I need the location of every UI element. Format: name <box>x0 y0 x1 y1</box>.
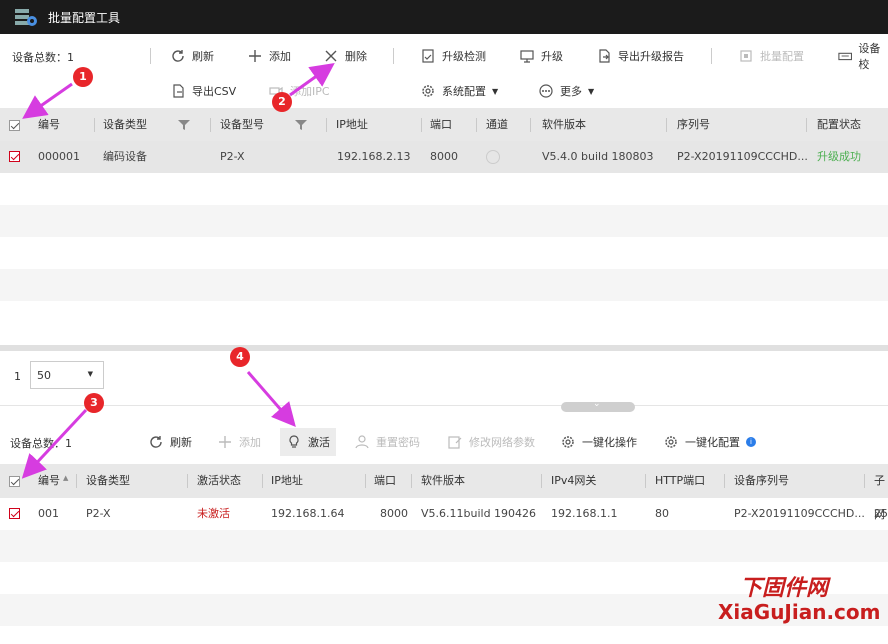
col-http-port[interactable]: HTTP端口 <box>655 464 705 498</box>
title-bar: 批量配置工具 <box>0 0 888 34</box>
col-config-status[interactable]: 配置状态 <box>817 108 861 142</box>
status-badge: 未激活 <box>197 507 230 520</box>
reset-password-button[interactable]: 重置密码 <box>354 429 420 455</box>
gear-icon <box>562 436 574 448</box>
col-device-type[interactable]: 设备类型 <box>103 108 147 142</box>
more-dropdown[interactable]: 更多 ▼ <box>538 78 594 104</box>
user-icon <box>355 435 369 449</box>
col-version[interactable]: 软件版本 <box>542 108 586 142</box>
channel-icon[interactable] <box>486 150 500 164</box>
status-badge: 升级成功 <box>817 150 861 163</box>
refresh-icon <box>172 50 184 62</box>
row-checkbox[interactable] <box>9 508 20 519</box>
modify-network-button[interactable]: 修改网络参数 <box>447 429 535 455</box>
watermark-line1: 下固件网 <box>740 576 829 601</box>
delete-button[interactable]: 删除 <box>323 43 367 69</box>
caret-down-icon: ▼ <box>87 370 93 378</box>
caret-down-icon: ▼ <box>492 86 499 96</box>
one-key-operation-button[interactable]: 一键化操作 <box>560 429 637 455</box>
col-gateway[interactable]: IPv4网关 <box>551 464 596 498</box>
app-title: 批量配置工具 <box>48 10 121 25</box>
device-count-label: 设备总数：1 <box>12 51 74 64</box>
add-button[interactable]: 添加 <box>247 43 291 69</box>
col-ip[interactable]: IP地址 <box>271 464 303 498</box>
annotation-marker: 2 <box>272 92 292 112</box>
col-port[interactable]: 端口 <box>430 108 452 142</box>
device-count-label: 设备总数：1 <box>10 437 72 450</box>
row-checkbox[interactable] <box>9 151 20 162</box>
top-table-header: 编号 设备类型 设备型号 IP地址 端口 通道 软件版本 序列号 配置状态 <box>0 108 888 142</box>
close-icon <box>325 50 337 62</box>
col-id[interactable]: 编号 <box>38 108 60 142</box>
col-device-model[interactable]: 设备型号 <box>220 108 264 142</box>
export-upgrade-report-button[interactable]: 导出升级报告 <box>596 43 684 69</box>
gear-icon <box>665 436 677 448</box>
chevron-down-icon: ⌄ <box>593 399 601 409</box>
device-settings-button[interactable]: 设备校 <box>838 42 888 71</box>
info-icon[interactable]: i <box>746 437 756 447</box>
filter-icon[interactable] <box>177 118 191 132</box>
upgrade-check-button[interactable]: 升级检测 <box>420 43 486 69</box>
batch-config-button[interactable]: 批量配置 <box>738 43 804 69</box>
table-row[interactable]: 000001 编码设备 P2-X 192.168.2.13 8000 V5.4.… <box>0 141 888 173</box>
batch-icon <box>740 50 752 62</box>
doc-export-icon <box>173 84 184 98</box>
select-all-checkbox[interactable] <box>9 120 20 131</box>
col-channel[interactable]: 通道 <box>486 108 508 142</box>
bulb-icon <box>289 435 299 448</box>
keyboard-icon <box>838 52 853 61</box>
monitor-icon <box>520 50 534 63</box>
annotation-marker: 1 <box>73 67 93 87</box>
one-key-config-button[interactable]: 一键化配置 i <box>663 429 756 455</box>
select-all-checkbox[interactable] <box>9 476 20 487</box>
collapse-handle[interactable]: ⌄ <box>561 399 635 412</box>
plus-icon <box>219 436 231 448</box>
watermark-line2: XiaGuJian.com <box>718 600 881 624</box>
col-serial[interactable]: 设备序列号 <box>734 464 789 498</box>
col-port[interactable]: 端口 <box>374 464 396 498</box>
col-ip[interactable]: IP地址 <box>336 108 368 142</box>
col-serial[interactable]: 序列号 <box>677 108 710 142</box>
refresh-icon <box>150 436 162 448</box>
edit-icon <box>448 436 462 449</box>
panel-divider[interactable] <box>0 345 888 351</box>
refresh-button[interactable]: 刷新 <box>148 429 192 455</box>
table-row[interactable]: 001 P2-X 未激活 192.168.1.64 8000 V5.6.11bu… <box>0 498 888 530</box>
gear-icon <box>422 85 434 97</box>
system-config-dropdown[interactable]: 系统配置 ▼ <box>420 78 498 104</box>
dots-icon <box>539 84 553 98</box>
plus-icon <box>249 50 261 62</box>
col-active-status[interactable]: 激活状态 <box>197 464 241 498</box>
doc-export-icon <box>599 49 610 63</box>
page-size-select[interactable]: 50 ▼ <box>30 361 104 389</box>
annotation-marker: 4 <box>230 347 250 367</box>
export-csv-button[interactable]: 导出CSV <box>170 78 236 104</box>
col-device-type[interactable]: 设备类型 <box>86 464 130 498</box>
doc-check-icon <box>422 49 434 63</box>
col-subnet[interactable]: 子网 <box>874 464 888 521</box>
upgrade-button[interactable]: 升级 <box>519 43 563 69</box>
activate-button[interactable]: 激活 <box>280 428 336 456</box>
page-number[interactable]: 1 <box>14 370 21 383</box>
col-version[interactable]: 软件版本 <box>421 464 465 498</box>
col-id[interactable]: 编号 <box>38 464 60 498</box>
sort-icon[interactable]: ▲ <box>63 474 68 482</box>
refresh-button[interactable]: 刷新 <box>170 43 214 69</box>
app-logo-icon <box>15 9 37 26</box>
caret-down-icon: ▼ <box>588 86 595 96</box>
bottom-table-header: 编号 ▲ 设备类型 激活状态 IP地址 端口 软件版本 IPv4网关 HTTP端… <box>0 464 888 521</box>
annotation-marker: 3 <box>84 393 104 413</box>
filter-icon[interactable] <box>294 118 308 132</box>
add-button[interactable]: 添加 <box>217 429 261 455</box>
